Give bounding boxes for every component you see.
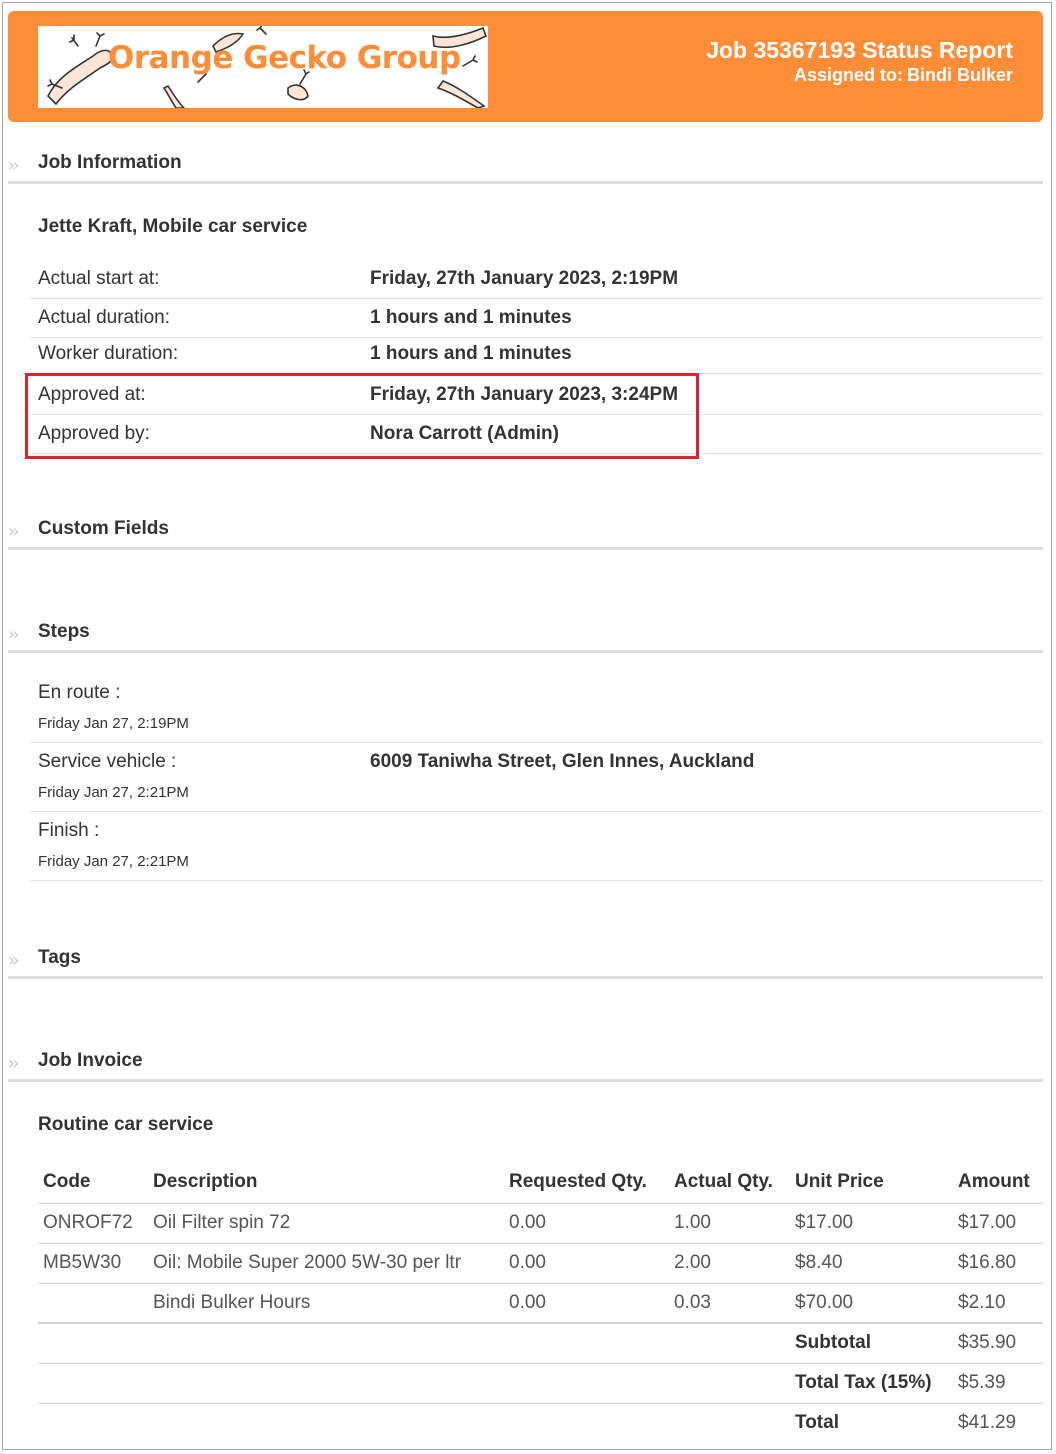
item-actual: 2.00: [669, 1243, 790, 1284]
item-actual: 0.03: [669, 1283, 790, 1324]
step-row-en-route: En route : Friday Jan 27, 2:19PM: [30, 674, 1043, 743]
item-description: Oil: Mobile Super 2000 5W-30 per ltr: [148, 1243, 504, 1284]
company-name: Orange Gecko Group: [108, 40, 461, 76]
col-actual-qty: Actual Qty.: [669, 1162, 790, 1204]
assigned-name: Bindi Bulker: [906, 65, 1013, 85]
item-code: [38, 1283, 148, 1324]
item-amount: $16.80: [953, 1243, 1043, 1284]
section-title: Job Invoice: [38, 1050, 143, 1071]
double-chevron-icon: ››: [8, 521, 20, 542]
invoice-title: Routine car service: [38, 1114, 214, 1135]
report-title: Job 35367193 Status Report: [706, 37, 1013, 63]
info-value: Friday, 27th January 2023, 2:19PM: [370, 268, 679, 289]
total-label: Total: [795, 1412, 839, 1434]
report-header: Orange Gecko Group Job 35367193 Status R…: [8, 11, 1043, 122]
step-time: Friday Jan 27, 2:21PM: [38, 784, 189, 801]
step-label: Service vehicle :: [38, 751, 177, 772]
section-custom-fields: ›› Custom Fields: [8, 514, 1043, 550]
double-chevron-icon: ››: [8, 1053, 20, 1074]
item-code: ONROF72: [38, 1203, 148, 1244]
section-title: Job Information: [38, 152, 182, 173]
total-value: $41.29: [958, 1412, 1017, 1434]
step-row-service-vehicle: Service vehicle : 6009 Taniwha Street, G…: [30, 743, 1043, 812]
info-label: Actual start at:: [38, 268, 160, 289]
tax-value: $5.39: [953, 1363, 1043, 1404]
item-unit-price: $70.00: [790, 1283, 953, 1324]
subtotal-row: Subtotal $35.90: [38, 1323, 1043, 1364]
col-amount: Amount: [953, 1162, 1043, 1204]
table-row: MB5W30 Oil: Mobile Super 2000 5W-30 per …: [38, 1243, 1043, 1284]
double-chevron-icon: ››: [8, 950, 20, 971]
col-unit-price: Unit Price: [790, 1162, 953, 1204]
section-title: Tags: [38, 947, 81, 968]
item-requested: 0.00: [504, 1283, 669, 1324]
company-logo: Orange Gecko Group: [38, 26, 488, 108]
info-label: Actual duration:: [38, 307, 171, 328]
col-code: Code: [38, 1162, 148, 1204]
info-row-worker-duration: Worker duration: 1 hours and 1 minutes: [30, 335, 1043, 374]
section-title: Custom Fields: [38, 518, 169, 539]
item-actual: 1.00: [669, 1203, 790, 1244]
double-chevron-icon: ››: [8, 624, 20, 645]
subtotal-label: Subtotal: [790, 1323, 953, 1364]
col-description: Description: [148, 1162, 504, 1204]
assigned-to: Assigned to: Bindi Bulker: [790, 65, 1013, 86]
info-value: 1 hours and 1 minutes: [370, 343, 572, 364]
section-job-information: ›› Job Information: [8, 148, 1043, 184]
section-job-invoice: ›› Job Invoice: [8, 1046, 1043, 1082]
job-client: Jette Kraft, Mobile car service: [38, 216, 308, 237]
subtotal-value: $35.90: [953, 1323, 1043, 1364]
table-row: ONROF72 Oil Filter spin 72 0.00 1.00 $17…: [38, 1203, 1043, 1244]
invoice-table: Code Description Requested Qty. Actual Q…: [38, 1162, 1043, 1443]
item-unit-price: $17.00: [790, 1203, 953, 1244]
step-value: 6009 Taniwha Street, Glen Innes, Aucklan…: [370, 751, 755, 772]
item-amount: $2.10: [953, 1283, 1043, 1324]
item-amount: $17.00: [953, 1203, 1043, 1244]
info-row-actual-start: Actual start at: Friday, 27th January 20…: [30, 260, 1043, 299]
step-time: Friday Jan 27, 2:21PM: [38, 853, 189, 870]
invoice-header-row: Code Description Requested Qty. Actual Q…: [38, 1162, 1043, 1204]
item-unit-price: $8.40: [790, 1243, 953, 1284]
step-label: Finish :: [38, 820, 100, 841]
info-label: Worker duration:: [38, 343, 179, 364]
item-description: Bindi Bulker Hours: [148, 1283, 504, 1324]
section-steps: ›› Steps: [8, 617, 1043, 653]
item-code: MB5W30: [38, 1243, 148, 1284]
step-label: En route :: [38, 682, 121, 703]
tax-label: Total Tax (15%): [790, 1363, 953, 1404]
item-requested: 0.00: [504, 1203, 669, 1244]
info-value: 1 hours and 1 minutes: [370, 307, 572, 328]
section-title: Steps: [38, 621, 90, 642]
total-row: Total $41.29: [38, 1403, 1043, 1443]
item-description: Oil Filter spin 72: [148, 1203, 504, 1244]
section-tags: ›› Tags: [8, 943, 1043, 979]
step-time: Friday Jan 27, 2:19PM: [38, 715, 189, 732]
double-chevron-icon: ››: [8, 155, 20, 176]
col-requested-qty: Requested Qty.: [504, 1162, 669, 1204]
table-row: Bindi Bulker Hours 0.00 0.03 $70.00 $2.1…: [38, 1283, 1043, 1324]
info-row-actual-duration: Actual duration: 1 hours and 1 minutes: [30, 299, 1043, 338]
tax-row: Total Tax (15%) $5.39: [38, 1363, 1043, 1404]
assigned-label: Assigned to:: [793, 65, 903, 85]
step-row-finish: Finish : Friday Jan 27, 2:21PM: [30, 812, 1043, 881]
approval-highlight-box: [25, 373, 699, 459]
item-requested: 0.00: [504, 1243, 669, 1284]
